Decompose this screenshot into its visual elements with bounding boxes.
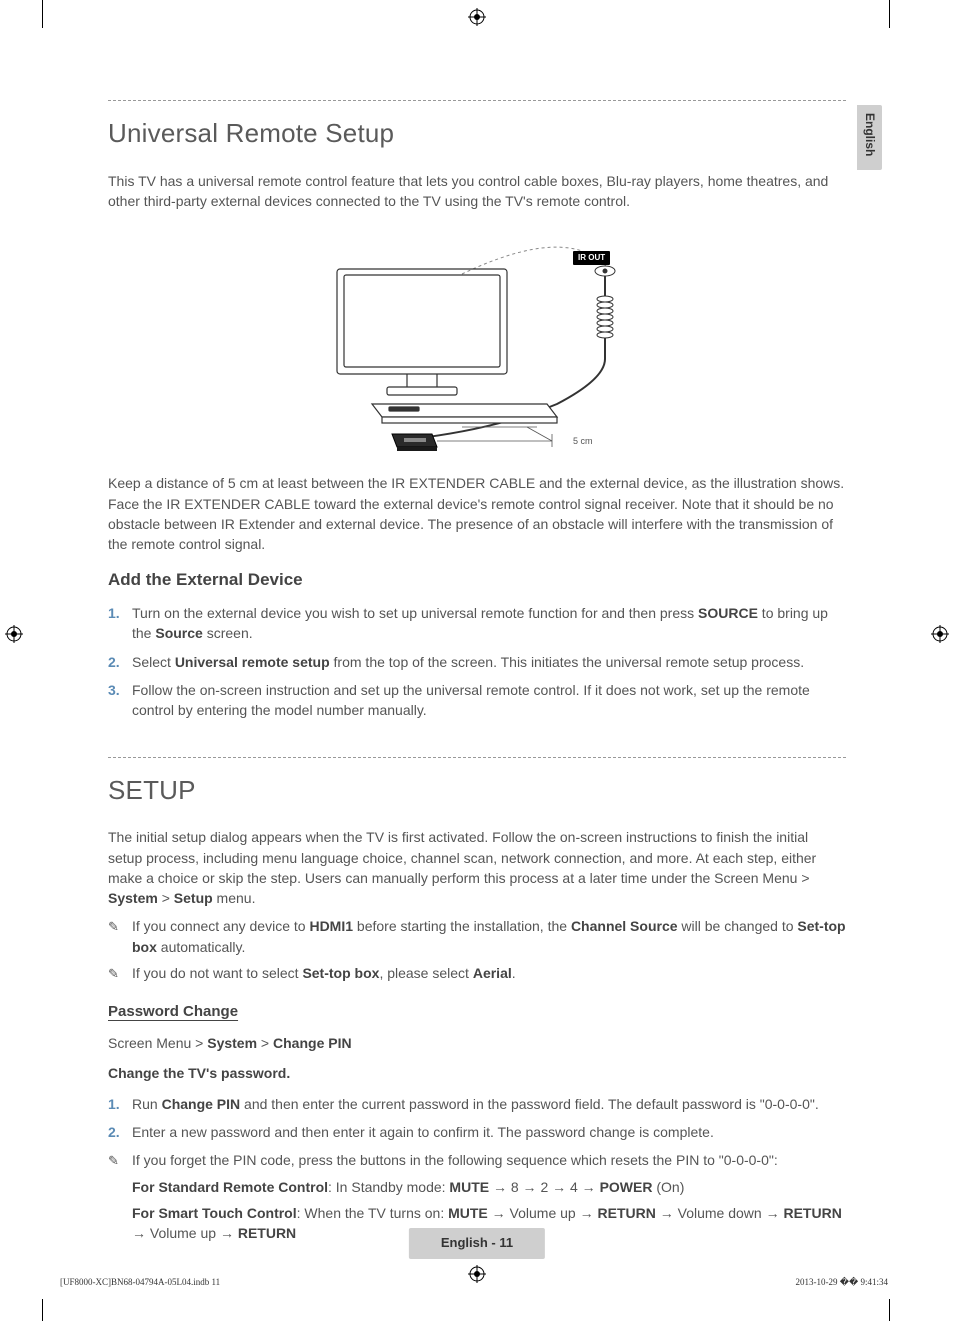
section-divider (108, 100, 846, 101)
step-number: 1. (108, 603, 120, 623)
registration-mark-icon (468, 1265, 486, 1283)
add-external-device-heading: Add the External Device (108, 568, 846, 593)
step-number: 3. (108, 680, 120, 700)
diagram-illustration: IR OUT 5 cm (237, 229, 717, 459)
password-steps: 1.Run Change PIN and then enter the curr… (108, 1094, 846, 1143)
print-job-filename: [UF8000-XC]BN68-04794A-05L04.indb 11 (60, 1276, 220, 1289)
setup-intro: The initial setup dialog appears when th… (108, 827, 846, 908)
intro-paragraph: This TV has a universal remote control f… (108, 171, 846, 212)
step-number: 2. (108, 1122, 120, 1142)
section-divider (108, 757, 846, 758)
list-item: 1.Run Change PIN and then enter the curr… (108, 1094, 846, 1114)
pin-reset-note: ✎If you forget the PIN code, press the b… (108, 1150, 846, 1170)
list-item: 2.Enter a new password and then enter it… (108, 1122, 846, 1142)
section-title-setup: SETUP (108, 772, 846, 810)
add-device-steps: 1.Turn on the external device you wish t… (108, 603, 846, 720)
registration-mark-icon (931, 625, 949, 643)
list-item: ✎If you forget the PIN code, press the b… (108, 1150, 846, 1170)
standard-remote-sequence: For Standard Remote Control: In Standby … (108, 1177, 846, 1197)
password-change-heading: Password Change (108, 1001, 846, 1023)
list-item: ✎If you connect any device to HDMI1 befo… (108, 916, 846, 957)
change-password-label: Change the TV's password. (108, 1063, 846, 1083)
language-tab: English (857, 105, 882, 170)
keep-distance-paragraph: Keep a distance of 5 cm at least between… (108, 473, 846, 554)
registration-mark-icon (468, 8, 486, 26)
page-content: Universal Remote Setup This TV has a uni… (108, 100, 846, 1249)
ir-out-label: IR OUT (573, 251, 610, 265)
print-job-timestamp: 2013-10-29 �� 9:41:34 (796, 1276, 888, 1289)
section-title-universal-remote: Universal Remote Setup (108, 115, 846, 153)
note-icon: ✎ (108, 965, 119, 984)
distance-label: 5 cm (573, 435, 593, 448)
list-item: ✎If you do not want to select Set-top bo… (108, 963, 846, 983)
setup-notes: ✎If you connect any device to HDMI1 befo… (108, 916, 846, 983)
registration-mark-icon (5, 625, 23, 643)
step-number: 1. (108, 1094, 120, 1114)
note-icon: ✎ (108, 918, 119, 937)
list-item: 2.Select Universal remote setup from the… (108, 652, 846, 672)
page-number-footer: English - 11 (409, 1228, 545, 1259)
menu-path: Screen Menu > System > Change PIN (108, 1033, 846, 1053)
list-item: 3.Follow the on-screen instruction and s… (108, 680, 846, 721)
step-number: 2. (108, 652, 120, 672)
list-item: 1.Turn on the external device you wish t… (108, 603, 846, 644)
note-icon: ✎ (108, 1152, 119, 1171)
